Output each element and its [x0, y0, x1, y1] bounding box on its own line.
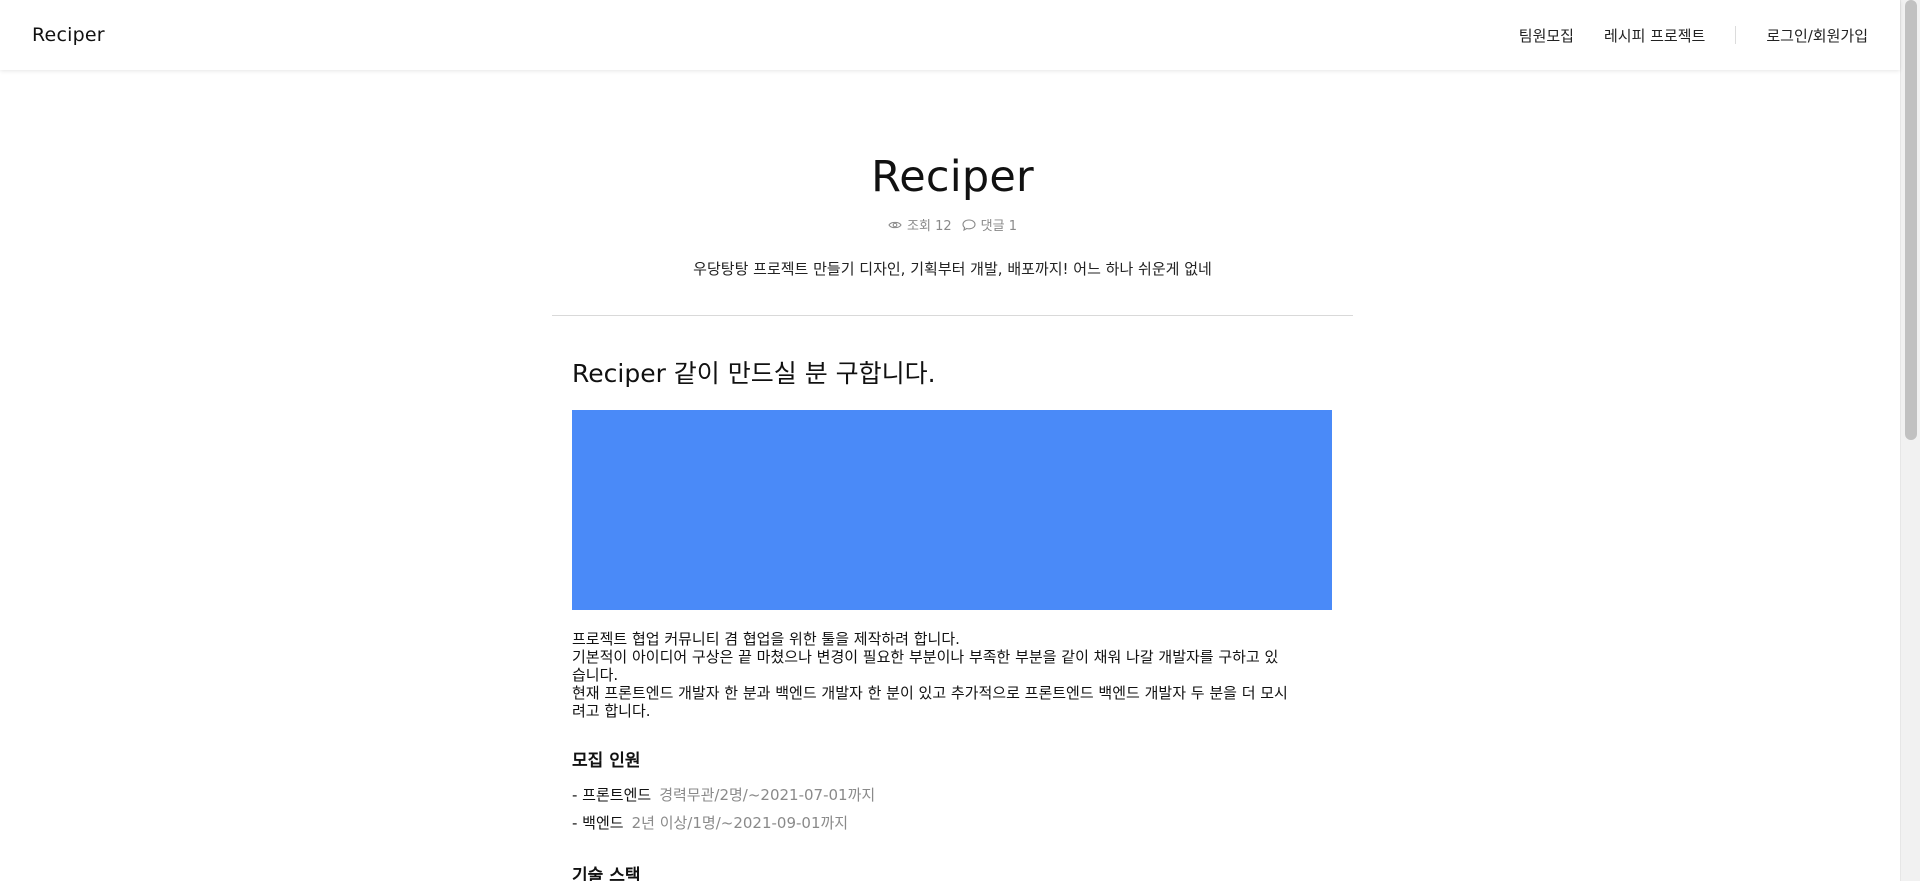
recruit-title: 모집 인원	[572, 751, 641, 772]
recruit-item-backend: - 백엔드 2년 이상/1명/~2021-09-01까지	[572, 809, 1333, 837]
recruit-detail: 2년 이상/1명/~2021-09-01까지	[631, 814, 849, 833]
login-signup-link[interactable]: 로그인/회원가입	[1766, 25, 1868, 46]
recruit-role: - 백엔드	[572, 814, 624, 833]
view-count: 조회 12	[888, 215, 952, 234]
project-subtitle: 우당탕탕 프로젝트 만들기 디자인, 기획부터 개발, 배포까지! 어느 하나 …	[693, 260, 1212, 279]
nav-divider	[1735, 26, 1737, 44]
post-content: Reciper 같이 만드실 분 구합니다. 프로젝트 협업 커뮤니티 겸 협업…	[552, 354, 1353, 881]
project-header: Reciper 조회 12 댓글 1 우당탕탕 프로젝트 만들기 디자인, 기획…	[552, 152, 1353, 279]
comment-count-text: 댓글 1	[980, 219, 1017, 235]
scrollbar[interactable]	[1900, 0, 1920, 881]
page: Reciper 팀원모집 레시피 프로젝트 로그인/회원가입 Reciper 조…	[0, 0, 1920, 881]
nav-team-recruit[interactable]: 팀원모집	[1519, 25, 1574, 46]
scrollbar-thumb[interactable]	[1905, 0, 1917, 440]
view-count-text: 조회 12	[907, 219, 952, 235]
eye-icon	[888, 221, 902, 228]
comment-count: 댓글 1	[962, 215, 1017, 234]
top-navbar: Reciper 팀원모집 레시피 프로젝트 로그인/회원가입	[0, 0, 1900, 70]
recruit-item-frontend: - 프론트엔드 경력무관/2명/~2021-07-01까지	[572, 781, 1333, 809]
comment-icon	[962, 219, 976, 231]
post-heading: Reciper 같이 만드실 분 구합니다.	[572, 359, 936, 389]
recruit-list: - 프론트엔드 경력무관/2명/~2021-07-01까지 - 백엔드 2년 이상/…	[572, 781, 1333, 837]
post-body: 프로젝트 협업 커뮤니티 겸 협업을 위한 툴을 제작하려 합니다. 기본적이 …	[572, 630, 1288, 721]
project-detail: Reciper 조회 12 댓글 1 우당탕탕 프로젝트 만들기 디자인, 기획…	[552, 70, 1353, 881]
recruit-detail: 경력무관/2명/~2021-07-01까지	[659, 786, 876, 805]
section-divider	[552, 315, 1353, 317]
main-nav: 팀원모집 레시피 프로젝트 로그인/회원가입	[1519, 25, 1868, 46]
recruit-role: - 프론트엔드	[572, 786, 652, 805]
project-title: Reciper	[871, 152, 1034, 202]
banner-image	[572, 410, 1332, 611]
nav-recipe-project[interactable]: 레시피 프로젝트	[1604, 25, 1705, 46]
logo[interactable]: Reciper	[32, 24, 105, 46]
project-meta: 조회 12 댓글 1	[552, 215, 1353, 234]
stack-title: 기술 스택	[572, 866, 641, 881]
